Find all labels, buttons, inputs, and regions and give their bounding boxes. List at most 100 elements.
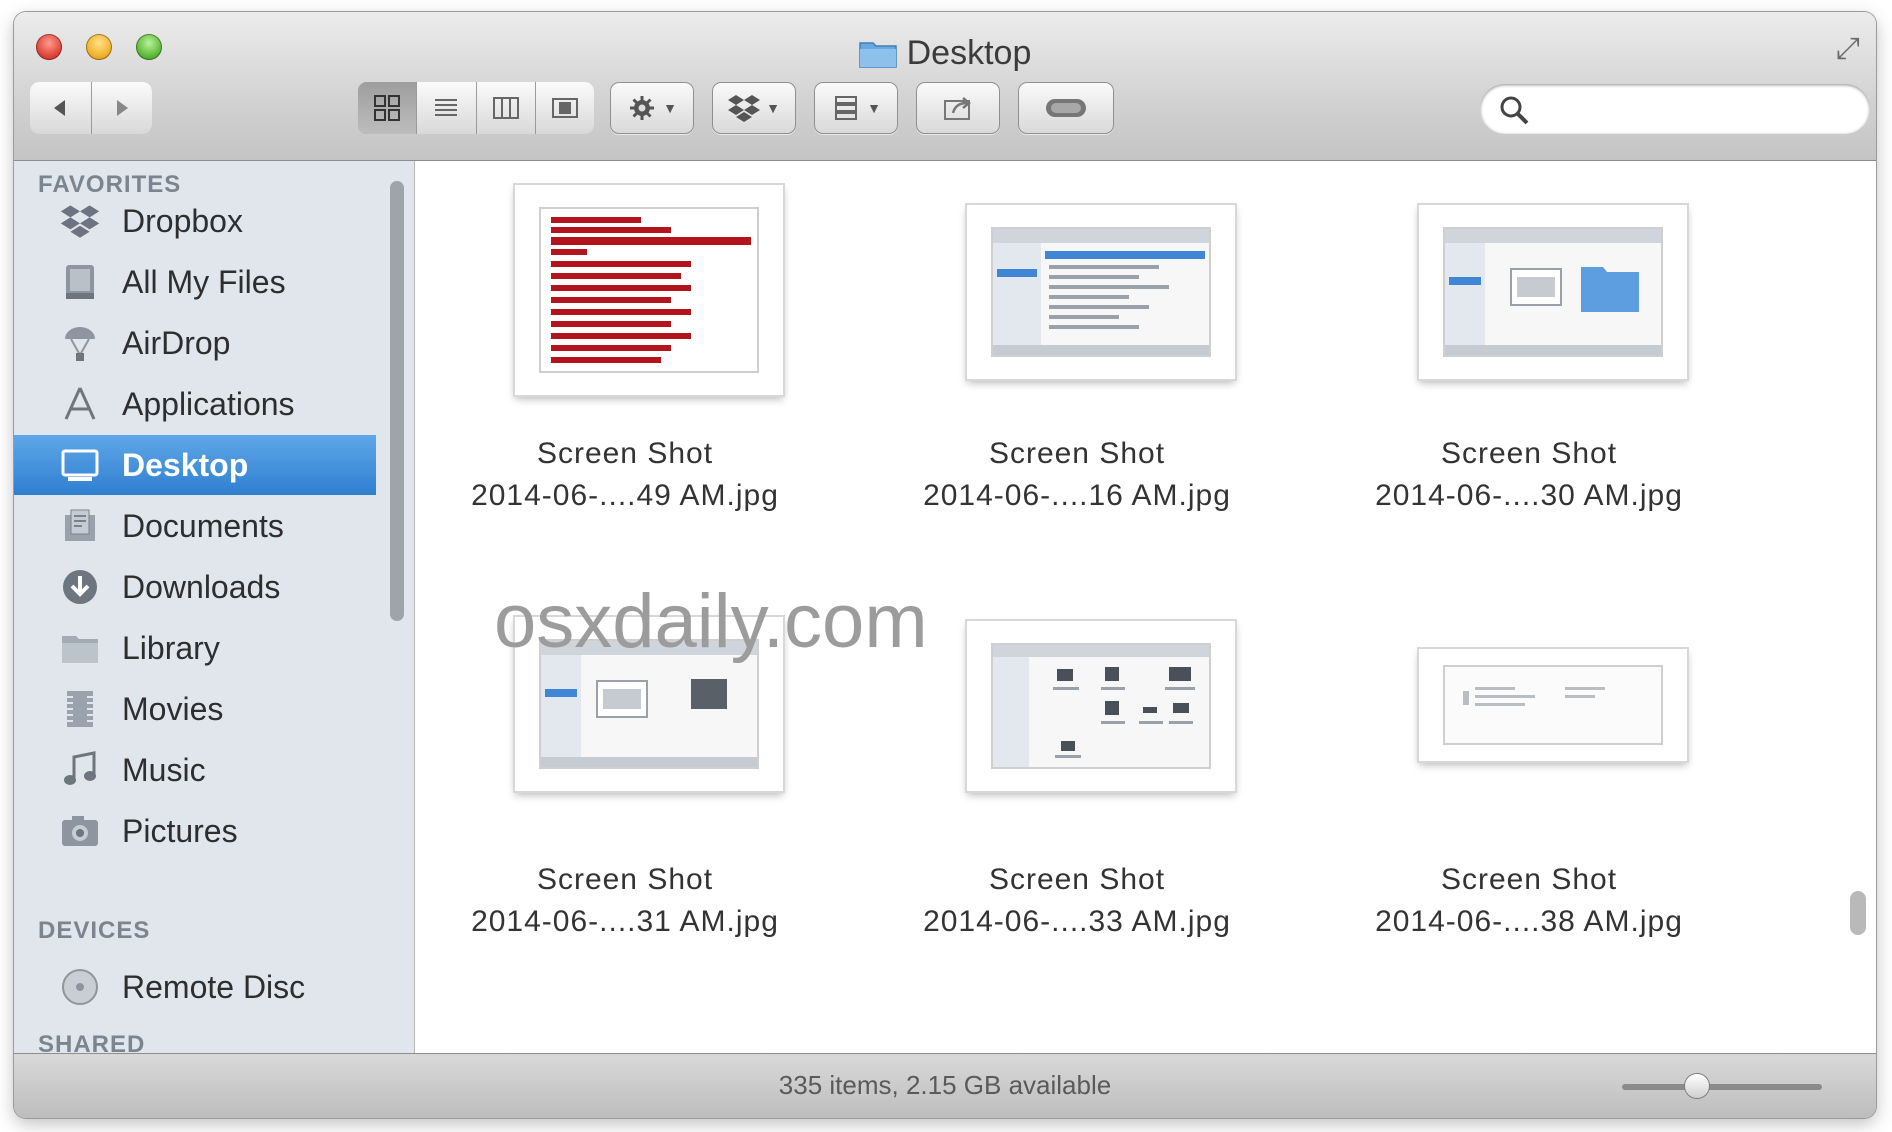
- folder-icon: [58, 628, 102, 668]
- sidebar-item-label: All My Files: [122, 263, 286, 300]
- sidebar-item-airdrop[interactable]: AirDrop: [14, 313, 376, 373]
- sidebar-item-all-my-files[interactable]: All My Files: [14, 252, 376, 312]
- movies-icon: [58, 689, 102, 729]
- file-item[interactable]: Screen Shot 2014-06-....16 AM.jpg: [867, 181, 1287, 561]
- pictures-icon: [58, 811, 102, 851]
- all-my-files-icon: [58, 262, 102, 302]
- icon-view-icon: [374, 95, 401, 121]
- cover-flow-button[interactable]: [535, 82, 594, 134]
- sidebar-item-movies[interactable]: Movies: [14, 679, 376, 739]
- chevron-down-icon: ▼: [663, 100, 677, 116]
- search-input[interactable]: [1480, 84, 1870, 134]
- sidebar-section-devices: DEVICES: [38, 917, 151, 944]
- status-bar: 335 items, 2.15 GB available: [14, 1053, 1876, 1118]
- arrange-icon: [835, 96, 858, 120]
- sidebar-item-library[interactable]: Library: [14, 618, 376, 678]
- sidebar-item-downloads[interactable]: Downloads: [14, 557, 376, 617]
- window-title: Desktop: [906, 34, 1032, 72]
- tags-button[interactable]: [1018, 82, 1114, 134]
- file-item[interactable]: Screen Shot 2014-06-....30 AM.jpg: [1319, 181, 1739, 561]
- chevron-down-icon: ▼: [766, 100, 780, 116]
- sidebar-item-pictures[interactable]: Pictures: [14, 801, 376, 861]
- sidebar-item-label: Documents: [122, 507, 284, 544]
- back-forward-control: [30, 82, 152, 134]
- icon-size-slider[interactable]: [1622, 1074, 1822, 1098]
- sidebar-item-label: Dropbox: [122, 202, 243, 239]
- back-button[interactable]: [30, 82, 92, 134]
- sidebar-item-label: Music: [122, 751, 206, 788]
- file-thumbnail: [515, 185, 783, 395]
- sidebar-scrollbar[interactable]: [390, 181, 404, 621]
- chevron-left-icon: [54, 100, 66, 116]
- action-menu-button[interactable]: ▼: [610, 82, 694, 134]
- fullscreen-icon[interactable]: ⤢: [1836, 32, 1860, 66]
- file-name-line2: 2014-06-....38 AM.jpg: [1375, 905, 1683, 938]
- dropbox-icon: [728, 95, 761, 122]
- sidebar-item-music[interactable]: Music: [14, 740, 376, 800]
- downloads-icon: [58, 567, 102, 607]
- file-item[interactable]: Screen Shot 2014-06-....31 AM.jpg: [415, 613, 835, 993]
- sidebar-item-label: Movies: [122, 690, 224, 727]
- file-thumbnail: [1419, 205, 1687, 379]
- share-button[interactable]: [916, 82, 1000, 134]
- file-name-line2: 2014-06-....49 AM.jpg: [471, 479, 779, 512]
- file-name-line2: 2014-06-....16 AM.jpg: [923, 479, 1231, 512]
- sidebar-item-documents[interactable]: Documents: [14, 496, 376, 556]
- file-name-line1: Screen Shot: [988, 437, 1166, 470]
- list-view-icon: [435, 99, 458, 116]
- file-name-line1: Screen Shot: [1440, 437, 1618, 470]
- sidebar-item-applications[interactable]: Applications: [14, 374, 376, 434]
- sidebar-item-remote-disc[interactable]: Remote Disc: [14, 957, 376, 1017]
- content-scrollbar[interactable]: [1850, 891, 1866, 935]
- sidebar-item-dropbox[interactable]: Dropbox: [14, 191, 376, 251]
- file-name-line1: Screen Shot: [536, 863, 714, 896]
- file-name-line1: Screen Shot: [536, 437, 714, 470]
- sidebar-item-desktop[interactable]: Desktop: [14, 435, 376, 495]
- sidebar-item-label: Remote Disc: [122, 968, 306, 1005]
- arrange-menu-button[interactable]: ▼: [814, 82, 898, 134]
- search-icon: [1500, 96, 1529, 125]
- sidebar-item-label: Desktop: [122, 446, 249, 483]
- file-item[interactable]: Screen Shot 2014-06-....49 AM.jpg: [415, 181, 835, 561]
- file-item[interactable]: Screen Shot 2014-06-....38 AM.jpg: [1319, 613, 1739, 993]
- sidebar: FAVORITES Dropbox All My Files AirDrop A…: [14, 161, 415, 1054]
- cover-flow-icon: [551, 98, 578, 118]
- airdrop-icon: [58, 323, 102, 363]
- file-thumbnail: [1419, 649, 1687, 761]
- forward-button[interactable]: [91, 82, 152, 134]
- file-name-line2: 2014-06-....33 AM.jpg: [923, 905, 1231, 938]
- sidebar-item-label: AirDrop: [122, 324, 231, 361]
- remote-disc-icon: [58, 967, 102, 1007]
- watermark: osxdaily.com: [494, 579, 928, 664]
- sidebar-item-label: Applications: [122, 385, 295, 422]
- file-name-line2: 2014-06-....30 AM.jpg: [1375, 479, 1683, 512]
- dropbox-icon: [58, 201, 102, 241]
- folder-icon: [858, 38, 897, 68]
- icon-view-button[interactable]: [358, 82, 418, 134]
- column-view-button[interactable]: [476, 82, 536, 134]
- dropbox-menu-button[interactable]: ▼: [712, 82, 796, 134]
- toolbar: Desktop ⤢ ▼ ▼ ▼: [14, 12, 1876, 161]
- applications-icon: [58, 384, 102, 424]
- view-mode-control: [358, 82, 594, 134]
- finder-window: Desktop ⤢ ▼ ▼ ▼ FAVORITES Dropbox All My…: [14, 12, 1876, 1118]
- file-item[interactable]: Screen Shot 2014-06-....33 AM.jpg: [867, 613, 1287, 993]
- desktop-icon: [58, 445, 102, 485]
- documents-icon: [58, 506, 102, 546]
- sidebar-item-label: Downloads: [122, 568, 281, 605]
- list-view-button[interactable]: [417, 82, 477, 134]
- file-name-line1: Screen Shot: [988, 863, 1166, 896]
- status-text: 335 items, 2.15 GB available: [778, 1070, 1112, 1100]
- chevron-right-icon: [116, 100, 128, 116]
- chevron-down-icon: ▼: [867, 100, 881, 116]
- sidebar-item-label: Library: [122, 629, 220, 666]
- file-thumbnail: [967, 621, 1235, 791]
- file-thumbnail: [967, 205, 1235, 379]
- window-title-bar: Desktop: [14, 34, 1876, 73]
- share-icon: [944, 97, 971, 120]
- music-icon: [58, 750, 102, 790]
- file-name-line2: 2014-06-....31 AM.jpg: [471, 905, 779, 938]
- tag-icon: [1046, 99, 1086, 117]
- gear-icon: [630, 96, 655, 120]
- sidebar-item-label: Pictures: [122, 812, 238, 849]
